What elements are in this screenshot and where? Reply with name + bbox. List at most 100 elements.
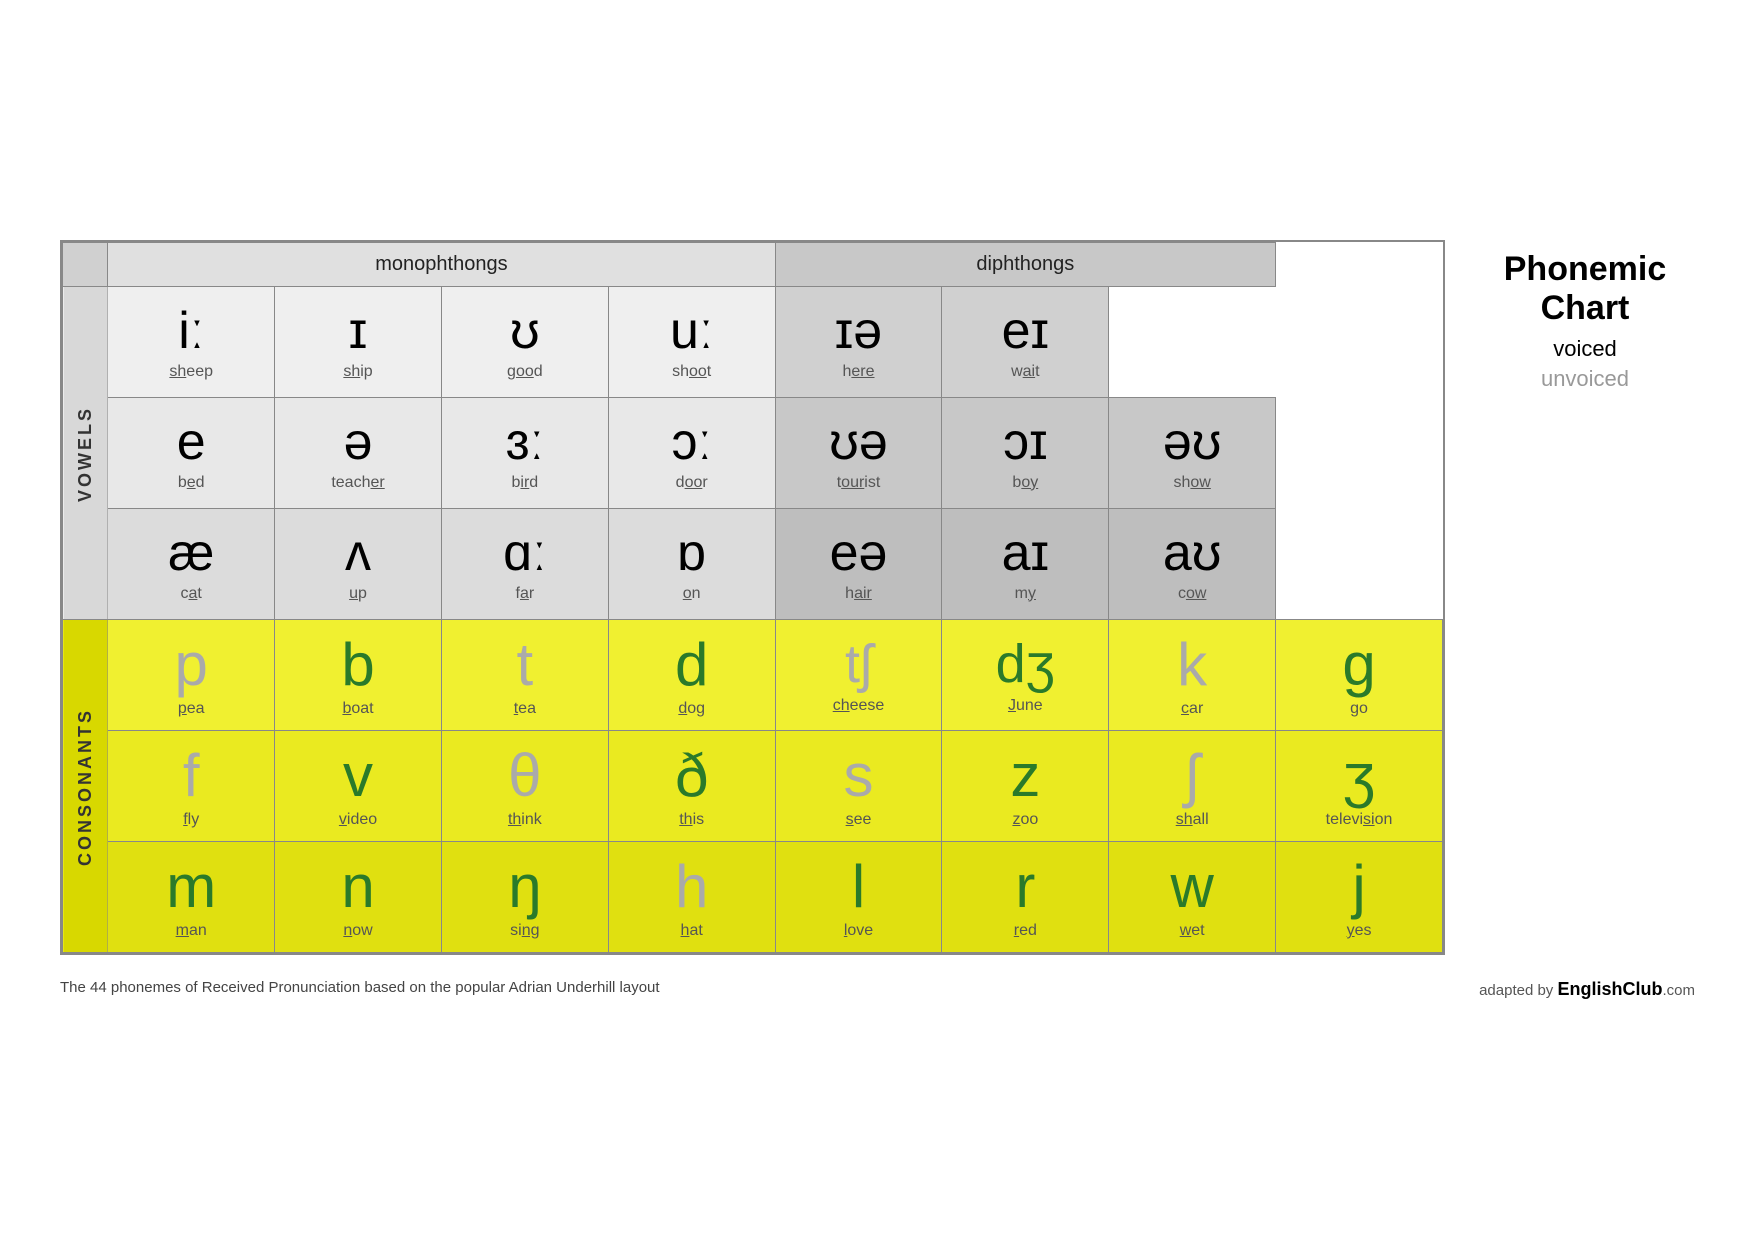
ipa-open-o: ɒ	[677, 525, 706, 582]
phoneme-h: h hat	[608, 842, 775, 953]
phoneme-e: e bed	[108, 398, 275, 509]
ipa-eng: ŋ	[508, 854, 541, 920]
ipa-oi: ɔɪ	[1003, 414, 1048, 471]
ipa-d: d	[675, 632, 708, 698]
ipa-h: h	[675, 854, 708, 920]
ipa-f: f	[183, 743, 200, 809]
phoneme-zh: ʒ television	[1276, 731, 1443, 842]
phoneme-ai: aɪ my	[942, 509, 1109, 620]
word-hair: hair	[845, 585, 872, 603]
ipa-ea: eə	[830, 525, 888, 582]
consonant-row-3: m man n now	[63, 842, 1443, 953]
word-on: on	[683, 585, 701, 603]
phoneme-z: z zoo	[942, 731, 1109, 842]
ipa-e: e	[177, 414, 206, 471]
phoneme-i: ɪ ship	[275, 287, 442, 398]
word-television: television	[1326, 811, 1393, 829]
phoneme-k: k car	[1109, 620, 1276, 731]
phoneme-oi: ɔɪ boy	[942, 398, 1109, 509]
word-tourist: tourist	[837, 474, 881, 492]
ipa-ia: ɪə	[835, 303, 882, 360]
vowel-row-1: VOWELS iː sheep ɪ	[63, 287, 1443, 398]
ipa-upsilon: ʊ	[510, 303, 540, 360]
ipa-uu: uː	[670, 303, 713, 360]
ipa-a-long: ɑː	[503, 525, 546, 582]
phoneme-ei: eɪ wait	[942, 287, 1109, 398]
ipa-ei: eɪ	[1002, 303, 1049, 360]
phoneme-ia: ɪə here	[775, 287, 942, 398]
word-cheese: cheese	[833, 697, 885, 715]
ipa-t: t	[517, 632, 534, 698]
phoneme-open-o-long: ɔː door	[608, 398, 775, 509]
ipa-b: b	[341, 632, 374, 698]
phoneme-tsh: tʃ cheese	[775, 620, 942, 731]
ipa-auu: aʊ	[1163, 525, 1221, 582]
ipa-wedge: ʌ	[345, 525, 371, 582]
ipa-v: v	[343, 743, 373, 809]
phoneme-au: əʊ show	[1109, 398, 1276, 509]
word-wait: wait	[1011, 363, 1039, 381]
word-zoo: zoo	[1012, 811, 1038, 829]
word-ship: ship	[343, 363, 372, 381]
ipa-p: p	[175, 632, 208, 698]
ipa-n: n	[341, 854, 374, 920]
chart-title: Phonemic Chart	[1475, 250, 1695, 328]
vowel-row-2: e bed ə teacher	[63, 398, 1443, 509]
phoneme-v: v video	[275, 731, 442, 842]
ipa-sh: ʃ	[1185, 743, 1198, 809]
word-now: now	[343, 922, 372, 940]
phoneme-wedge: ʌ up	[275, 509, 442, 620]
word-boat: boat	[342, 700, 373, 718]
word-door: door	[676, 474, 708, 492]
word-june: June	[1008, 697, 1043, 715]
word-see: see	[846, 811, 872, 829]
phonemic-chart: monophthongs diphthongs VOWELS	[62, 242, 1443, 953]
ipa-dzh: dʒ	[996, 635, 1055, 694]
word-far: far	[516, 585, 535, 603]
ipa-i: ɪ	[349, 303, 368, 360]
unvoiced-label: unvoiced	[1475, 366, 1695, 392]
word-red: red	[1014, 922, 1037, 940]
word-cat: cat	[181, 585, 202, 603]
word-up: up	[349, 585, 367, 603]
footer-credit: adapted by EnglishClub.com	[1479, 979, 1695, 1000]
ipa-eth: ð	[675, 743, 708, 809]
footer-description: The 44 phonemes of Received Pronunciatio…	[60, 979, 660, 1000]
word-go: go	[1350, 700, 1368, 718]
word-tea: tea	[514, 700, 536, 718]
word-bed: bed	[178, 474, 205, 492]
word-shall: shall	[1176, 811, 1209, 829]
ipa-r: r	[1015, 854, 1035, 920]
ipa-g: g	[1342, 632, 1375, 698]
ipa-zh: ʒ	[1343, 743, 1376, 809]
phoneme-theta: θ think	[441, 731, 608, 842]
word-think: think	[508, 811, 542, 829]
phoneme-ash: æ cat	[108, 509, 275, 620]
phoneme-r: r red	[942, 842, 1109, 953]
ipa-ash: æ	[168, 525, 214, 582]
ipa-j: j	[1352, 854, 1365, 920]
word-hat: hat	[681, 922, 703, 940]
word-this: this	[679, 811, 704, 829]
word-video: video	[339, 811, 377, 829]
word-boy: boy	[1012, 474, 1038, 492]
word-good: good	[507, 363, 543, 381]
vowels-label: VOWELS	[63, 287, 108, 620]
phoneme-l: l love	[775, 842, 942, 953]
ipa-z: z	[1010, 743, 1040, 809]
word-here: here	[842, 363, 874, 381]
phoneme-eth: ð this	[608, 731, 775, 842]
word-shoot: shoot	[672, 363, 711, 381]
phoneme-d: d dog	[608, 620, 775, 731]
consonants-label: CONSONANTS	[63, 620, 108, 953]
phoneme-a-long: ɑː far	[441, 509, 608, 620]
ipa-open-o-long: ɔː	[671, 414, 711, 471]
phoneme-uu: uː shoot	[608, 287, 775, 398]
ipa-m: m	[166, 854, 216, 920]
ipa-schwa: ə	[344, 414, 373, 471]
phoneme-upsilon: ʊ good	[441, 287, 608, 398]
phoneme-p: p pea	[108, 620, 275, 731]
phoneme-open-o: ɒ on	[608, 509, 775, 620]
phoneme-s: s see	[775, 731, 942, 842]
ipa-ua: ʊə	[829, 414, 887, 471]
